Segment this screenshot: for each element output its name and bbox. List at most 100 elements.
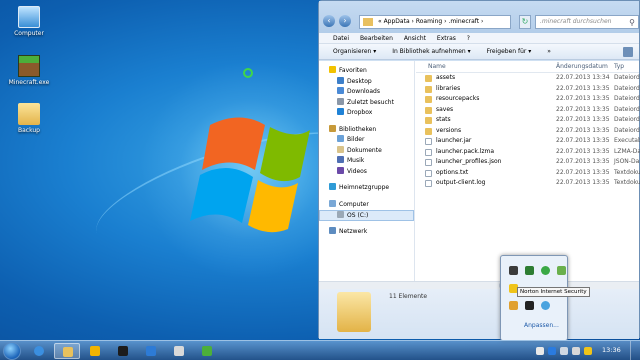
- menu-tools[interactable]: Extras: [437, 35, 456, 42]
- file-row[interactable]: launcher.jar 22.07.2013 13:35 Executab: [416, 136, 640, 147]
- nvidia-icon[interactable]: [557, 266, 566, 275]
- tray-app-icon[interactable]: [541, 266, 550, 275]
- nav-label: Zuletzt besucht: [347, 98, 394, 106]
- add-to-library-button[interactable]: In Bibliothek aufnehmen ▾: [392, 48, 470, 55]
- tray-app-icon[interactable]: [509, 266, 518, 275]
- nav-label: Bilder: [347, 136, 365, 143]
- nav-label: Computer: [339, 200, 369, 208]
- nav-recent[interactable]: Zuletzt besucht: [319, 97, 414, 109]
- folder-icon: [337, 292, 371, 332]
- taskbar-explorer[interactable]: [54, 343, 80, 359]
- nav-homegroup[interactable]: Heimnetzgruppe: [319, 183, 414, 194]
- file-name: launcher_profiles.json: [436, 158, 502, 165]
- start-button[interactable]: [3, 342, 21, 360]
- windows-logo-wallpaper: [190, 117, 310, 233]
- nav-documents[interactable]: Dokumente: [319, 145, 414, 157]
- desktop-icon-backup[interactable]: Backup: [3, 103, 55, 134]
- taskbar-app[interactable]: [166, 343, 192, 359]
- file-date: 22.07.2013 13:35: [556, 158, 610, 165]
- forward-button[interactable]: ›: [339, 15, 351, 27]
- more-button[interactable]: »: [547, 48, 551, 55]
- tray-icon[interactable]: [548, 347, 556, 355]
- volume-icon[interactable]: [572, 347, 580, 355]
- file-row[interactable]: launcher_profiles.json 22.07.2013 13:35 JS…: [416, 157, 639, 168]
- nav-videos[interactable]: Videos: [319, 166, 414, 178]
- taskbar-minecraft[interactable]: [194, 343, 220, 359]
- tray-app-icon[interactable]: [525, 301, 534, 310]
- nav-downloads[interactable]: Downloads: [319, 87, 414, 98]
- menu-help[interactable]: ?: [467, 35, 470, 42]
- nav-libraries[interactable]: Bibliotheken: [319, 124, 414, 136]
- column-date[interactable]: Änderungsdatum: [556, 61, 608, 73]
- file-date: 22.07.2013 13:35: [556, 179, 610, 186]
- menu-edit[interactable]: Bearbeiten: [360, 35, 393, 42]
- address-bar[interactable]: « AppData › Roaming › .minecraft ›: [359, 15, 511, 29]
- show-desktop-button[interactable]: [630, 341, 640, 360]
- tray-app-icon[interactable]: [525, 266, 534, 275]
- network-icon[interactable]: [560, 347, 568, 355]
- nav-desktop[interactable]: Desktop: [319, 76, 414, 88]
- menu-view[interactable]: Ansicht: [404, 35, 426, 42]
- tray-app-icon[interactable]: [541, 301, 550, 310]
- back-button[interactable]: ‹: [323, 15, 335, 27]
- desktop-icon-label: Minecraft.exe: [8, 79, 50, 86]
- file-date: 22.07.2013 13:35: [556, 147, 610, 155]
- file-row[interactable]: options.txt 22.07.2013 13:35 Textdoku: [416, 168, 640, 179]
- file-row[interactable]: assets 22.07.2013 13:34 Dateiord: [416, 73, 640, 84]
- file-name: stats: [436, 116, 451, 123]
- view-options-icon[interactable]: [623, 47, 633, 57]
- file-rows: assets 22.07.2013 13:34 Dateiord libraries 2…: [416, 73, 640, 189]
- pictures-icon: [337, 135, 344, 142]
- folder-icon: [425, 117, 432, 124]
- nav-music[interactable]: Musik: [319, 156, 414, 167]
- file-row[interactable]: stats 22.07.2013 13:35 Dateiord: [416, 115, 640, 126]
- dropbox-icon: [337, 108, 344, 115]
- nav-computer[interactable]: Computer: [319, 199, 414, 211]
- nav-favorites[interactable]: Favoriten: [319, 66, 414, 77]
- taskbar-app[interactable]: [110, 343, 136, 359]
- file-name: libraries: [436, 84, 461, 92]
- refresh-button[interactable]: ↻: [519, 15, 531, 29]
- desktop-icon-computer[interactable]: Computer: [3, 6, 55, 37]
- horizontal-scrollbar[interactable]: [319, 281, 639, 289]
- file-row[interactable]: launcher.pack.lzma 22.07.2013 13:35 LZMA-D…: [416, 147, 640, 158]
- nav-label: Dokumente: [347, 146, 382, 154]
- folder-icon: [363, 18, 373, 26]
- folder-icon: [63, 347, 73, 357]
- file-row[interactable]: saves 22.07.2013 13:35 Dateiord: [416, 105, 640, 116]
- downloads-icon: [337, 87, 344, 94]
- homegroup-icon: [329, 183, 336, 190]
- nav-dropbox[interactable]: Dropbox: [319, 108, 414, 119]
- file-name: output-client.log: [436, 179, 486, 186]
- flag-icon[interactable]: [584, 347, 592, 355]
- customize-link[interactable]: Anpassen...: [524, 322, 559, 329]
- app-icon: [118, 346, 128, 356]
- taskbar-app[interactable]: [82, 343, 108, 359]
- menu-bar: Datei Bearbeiten Ansicht Extras ?: [319, 33, 639, 44]
- column-name[interactable]: Name: [428, 61, 446, 73]
- nav-pictures[interactable]: Bilder: [319, 135, 414, 146]
- tray-app-icon[interactable]: [509, 301, 518, 310]
- show-hidden-icons-button[interactable]: [536, 347, 544, 355]
- file-date: 22.07.2013 13:34: [556, 74, 610, 81]
- file-row[interactable]: output-client.log 22.07.2013 13:35 Textdok…: [416, 178, 640, 189]
- clock[interactable]: 13:36: [602, 346, 621, 354]
- taskbar-app[interactable]: [138, 343, 164, 359]
- file-type: Executab: [614, 137, 640, 144]
- file-name: options.txt: [436, 168, 469, 176]
- menu-file[interactable]: Datei: [333, 35, 349, 42]
- file-row[interactable]: versions 22.07.2013 13:35 Dateiord: [416, 126, 640, 137]
- nav-drive-c[interactable]: OS (C:): [319, 210, 414, 221]
- file-type: Dateiord: [614, 105, 640, 113]
- file-row[interactable]: libraries 22.07.2013 13:35 Dateiord: [416, 84, 640, 95]
- organize-button[interactable]: Organisieren ▾: [333, 48, 376, 55]
- column-type[interactable]: Typ: [614, 61, 624, 73]
- desktop-icon-minecraft[interactable]: Minecraft.exe: [3, 55, 55, 86]
- file-date: 22.07.2013 13:35: [556, 126, 610, 134]
- nav-network[interactable]: Netzwerk: [319, 226, 414, 238]
- file-row[interactable]: resourcepacks 22.07.2013 13:35 Dateiord: [416, 94, 640, 105]
- share-with-button[interactable]: Freigeben für ▾: [487, 48, 532, 55]
- search-input[interactable]: .minecraft durchsuchen ⚲: [535, 15, 639, 29]
- taskbar-ie[interactable]: [26, 343, 52, 359]
- file-icon: [425, 180, 432, 187]
